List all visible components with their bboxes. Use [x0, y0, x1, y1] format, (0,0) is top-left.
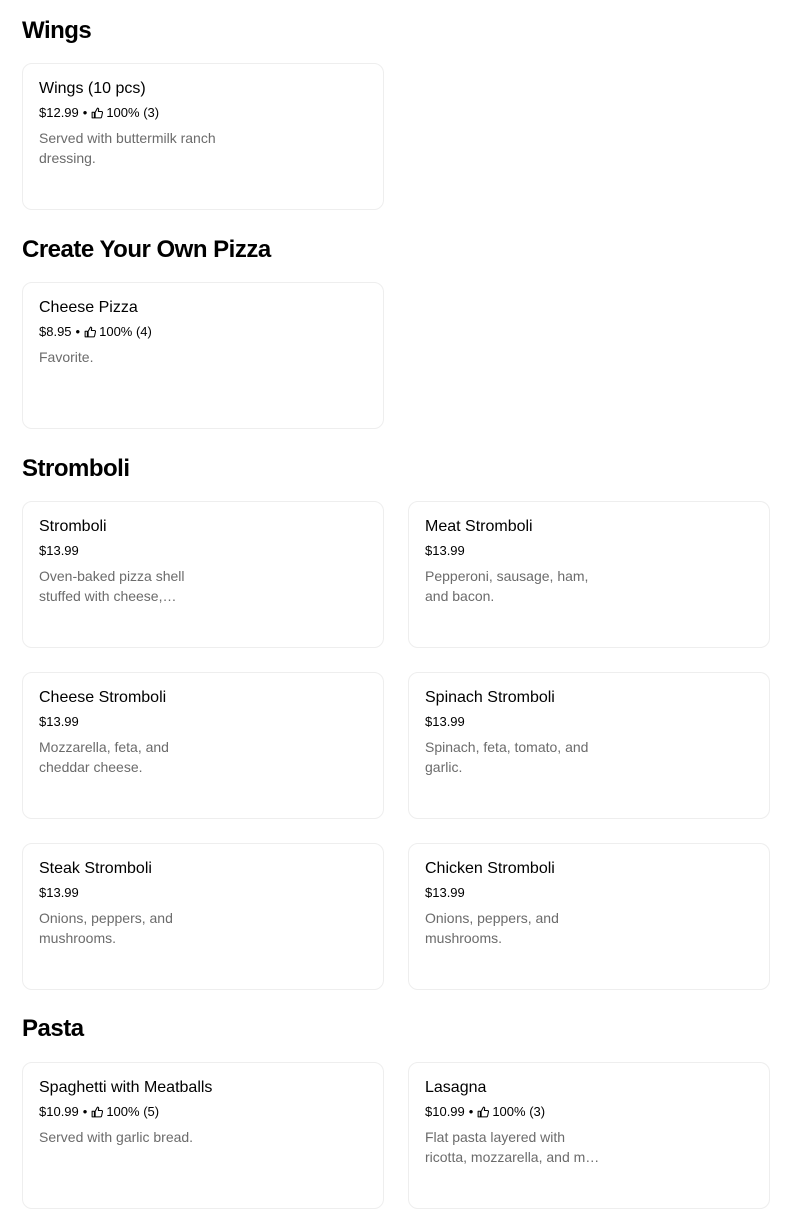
item-price: $10.99 — [39, 1104, 79, 1119]
item-name: Wings (10 pcs) — [39, 80, 146, 97]
item-meta: $13.99 — [425, 884, 605, 902]
item-name: Meat Stromboli — [425, 518, 533, 535]
item-name: Steak Stromboli — [39, 860, 152, 877]
menu-item-card[interactable]: Spaghetti with Meatballs $10.99 • 100% (… — [22, 1062, 384, 1209]
menu-item-card[interactable]: Chicken Stromboli $13.99 Onions, peppers… — [408, 843, 770, 990]
menu-item-card[interactable]: Spinach Stromboli $13.99 Spinach, feta, … — [408, 672, 770, 819]
separator-dot: • — [82, 105, 88, 120]
item-description: Oven-baked pizza shell stuffed with chee… — [39, 568, 185, 604]
item-price: $13.99 — [425, 885, 465, 900]
item-name: Cheese Stromboli — [39, 689, 167, 706]
thumbs-up-icon — [477, 1106, 490, 1118]
item-description: Spinach, feta, tomato, and garlic. — [425, 739, 589, 775]
item-description: Pepperoni, sausage, ham, and bacon. — [425, 568, 589, 604]
item-name: Chicken Stromboli — [425, 860, 555, 877]
thumbs-up-icon — [91, 1106, 104, 1118]
item-meta: $13.99 — [39, 542, 219, 560]
item-meta: $10.99 • 100% (3) — [425, 1103, 605, 1121]
item-meta: $13.99 — [39, 884, 219, 902]
menu-item-card[interactable]: Lasagna $10.99 • 100% (3) Flat pasta lay… — [408, 1062, 770, 1209]
separator-dot: • — [75, 324, 81, 339]
section-title-create-your-own-pizza: Create Your Own Pizza — [22, 236, 271, 263]
item-rating: 100% (3) — [492, 1104, 546, 1119]
thumbs-up-icon — [91, 107, 104, 119]
menu-item-card[interactable]: Wings (10 pcs) $12.99 • 100% (3) Served … — [22, 63, 384, 210]
item-description: Onions, peppers, and mushrooms. — [425, 910, 559, 946]
item-price: $13.99 — [39, 885, 79, 900]
menu-item-card[interactable]: Meat Stromboli $13.99 Pepperoni, sausage… — [408, 501, 770, 648]
separator-dot: • — [82, 1104, 88, 1119]
item-meta: $10.99 • 100% (5) — [39, 1103, 219, 1121]
item-name: Spinach Stromboli — [425, 689, 555, 706]
item-rating: 100% (5) — [106, 1104, 160, 1119]
item-price: $13.99 — [39, 543, 79, 558]
item-price: $12.99 — [39, 105, 79, 120]
item-description: Mozzarella, feta, and cheddar cheese. — [39, 739, 169, 775]
item-name: Spaghetti with Meatballs — [39, 1079, 213, 1096]
item-rating: 100% (4) — [99, 324, 152, 339]
item-name: Lasagna — [425, 1079, 487, 1096]
item-name: Stromboli — [39, 518, 107, 535]
item-meta: $13.99 — [425, 542, 605, 560]
item-meta: $8.95 • 100% (4) — [39, 323, 219, 341]
item-price: $13.99 — [425, 543, 465, 558]
item-meta: $13.99 — [425, 713, 605, 731]
item-price: $13.99 — [39, 714, 79, 729]
section-title-pasta: Pasta — [22, 1015, 84, 1042]
section-title-wings: Wings — [22, 17, 92, 44]
item-description: Flat pasta layered with ricotta, mozzare… — [425, 1129, 605, 1165]
menu-item-card[interactable]: Steak Stromboli $13.99 Onions, peppers, … — [22, 843, 384, 990]
menu-item-card[interactable]: Cheese Pizza $8.95 • 100% (4) Favorite. — [22, 282, 384, 429]
menu-item-card[interactable]: Cheese Stromboli $13.99 Mozzarella, feta… — [22, 672, 384, 819]
thumbs-up-icon — [84, 326, 97, 338]
item-price: $8.95 — [39, 324, 72, 339]
item-meta: $13.99 — [39, 713, 219, 731]
item-description: Served with buttermilk ranch dressing. — [39, 130, 216, 166]
item-description: Served with garlic bread. — [39, 1129, 194, 1145]
item-description: Favorite. — [39, 349, 94, 365]
menu-item-card[interactable]: Stromboli $13.99 Oven-baked pizza shell … — [22, 501, 384, 648]
item-price: $10.99 — [425, 1104, 465, 1119]
item-rating: 100% (3) — [106, 105, 160, 120]
item-meta: $12.99 • 100% (3) — [39, 104, 219, 122]
item-description: Onions, peppers, and mushrooms. — [39, 910, 173, 946]
separator-dot: • — [468, 1104, 474, 1119]
section-title-stromboli: Stromboli — [22, 455, 130, 482]
item-name: Cheese Pizza — [39, 299, 138, 316]
item-price: $13.99 — [425, 714, 465, 729]
